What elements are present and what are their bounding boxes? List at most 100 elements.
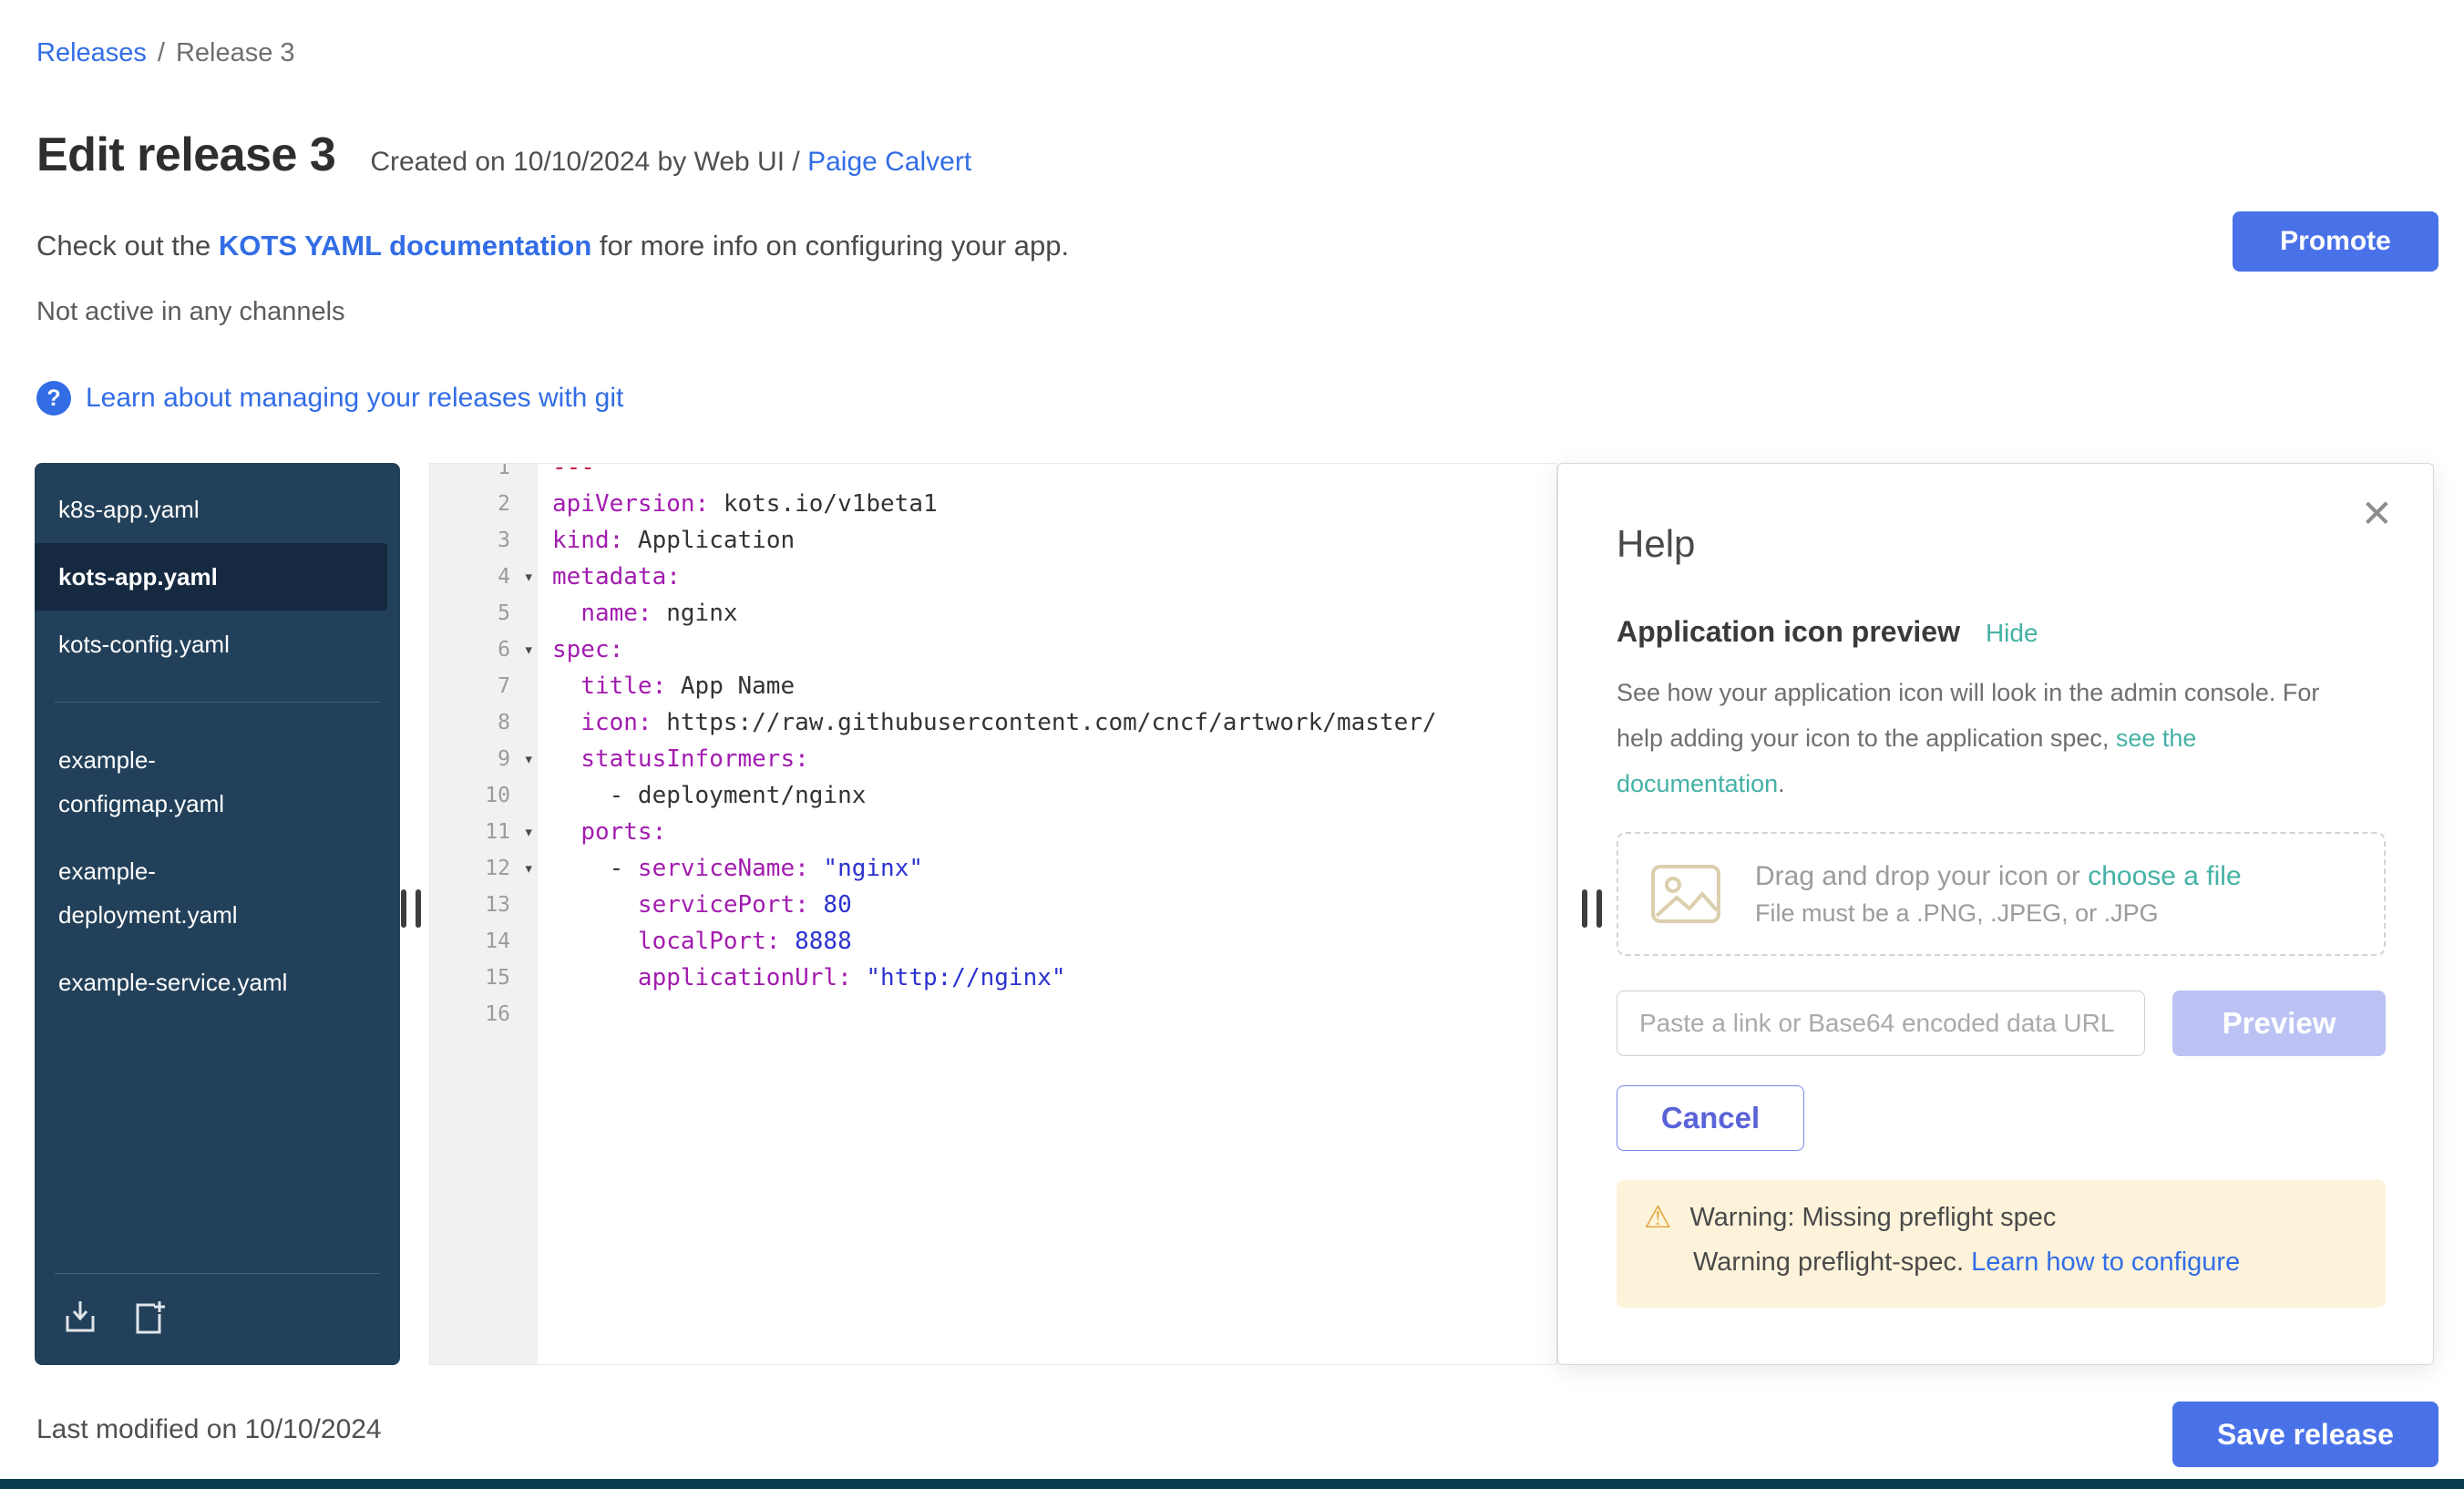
breadcrumb-current: Release 3 <box>176 38 295 67</box>
icon-dropzone[interactable]: Drag and drop your icon or choose a file… <box>1617 832 2386 956</box>
line-number: 10 <box>430 777 538 814</box>
code-text: - deployment/nginx <box>538 777 866 814</box>
hide-link[interactable]: Hide <box>1986 619 2038 648</box>
dropzone-line1: Drag and drop your icon or choose a file <box>1755 861 2242 892</box>
code-line[interactable]: 6▾spec: <box>430 632 1556 668</box>
code-line[interactable]: 15 applicationUrl: "http://nginx" <box>430 960 1556 996</box>
line-number: 6▾ <box>430 632 538 668</box>
icon-preview-title: Application icon preview <box>1617 615 1960 649</box>
save-release-button[interactable]: Save release <box>2172 1402 2438 1467</box>
code-text: ports: <box>538 814 666 850</box>
code-line[interactable]: 2apiVersion: kots.io/v1beta1 <box>430 486 1556 522</box>
git-help-row: ? Learn about managing your releases wit… <box>36 381 623 416</box>
close-icon[interactable]: ✕ <box>2361 495 2393 533</box>
code-text <box>538 996 552 1032</box>
fold-arrow-icon[interactable]: ▾ <box>524 741 534 777</box>
fold-arrow-icon[interactable]: ▾ <box>524 850 534 887</box>
dropzone-line1-text: Drag and drop your icon or <box>1755 861 2088 891</box>
line-number: 5 <box>430 595 538 632</box>
image-placeholder-icon <box>1649 863 1722 925</box>
code-line[interactable]: 9▾ statusInformers: <box>430 741 1556 777</box>
code-line[interactable]: 7 title: App Name <box>430 668 1556 704</box>
code-line[interactable]: 12▾ - serviceName: "nginx" <box>430 850 1556 887</box>
code-line[interactable]: 14 localPort: 8888 <box>430 923 1556 960</box>
line-number: 9▾ <box>430 741 538 777</box>
code-line[interactable]: 16 <box>430 996 1556 1032</box>
fold-arrow-icon[interactable]: ▾ <box>524 559 534 595</box>
sidebar-item-example-configmap.yaml[interactable]: example-configmap.yaml <box>35 726 400 837</box>
cancel-button[interactable]: Cancel <box>1617 1085 1804 1151</box>
code-lines: 1---2apiVersion: kots.io/v1beta13kind: A… <box>430 463 1556 1032</box>
channel-status: Not active in any channels <box>36 297 345 327</box>
line-number: 14 <box>430 923 538 960</box>
line-number: 11▾ <box>430 814 538 850</box>
fold-arrow-icon[interactable]: ▾ <box>524 814 534 850</box>
sidebar-item-example-service.yaml[interactable]: example-service.yaml <box>35 949 400 1016</box>
breadcrumb-releases-link[interactable]: Releases <box>36 38 147 67</box>
breadcrumb-separator: / <box>158 38 165 67</box>
fold-arrow-icon[interactable]: ▾ <box>524 632 534 668</box>
code-text: statusInformers: <box>538 741 809 777</box>
docs-line: Check out the KOTS YAML documentation fo… <box>36 230 1069 262</box>
code-line[interactable]: 1--- <box>430 463 1556 486</box>
warning-triangle-icon: ⚠ <box>1644 1202 1671 1233</box>
sidebar-item-kots-app.yaml[interactable]: kots-app.yaml <box>35 543 387 611</box>
workspace: k8s-app.yamlkots-app.yamlkots-config.yam… <box>35 463 2434 1365</box>
warning-row-1: ⚠ Warning: Missing preflight spec <box>1644 1202 2358 1233</box>
created-author-link[interactable]: Paige Calvert <box>807 147 971 177</box>
sidebar-footer <box>55 1273 380 1365</box>
import-file-icon[interactable] <box>60 1298 100 1338</box>
preview-button[interactable]: Preview <box>2172 991 2386 1056</box>
promote-button[interactable]: Promote <box>2233 211 2438 272</box>
sidebar-resize-handle[interactable] <box>401 889 421 928</box>
code-text: title: App Name <box>538 668 795 704</box>
code-text: - serviceName: "nginx" <box>538 850 923 887</box>
git-help-link[interactable]: Learn about managing your releases with … <box>86 383 623 414</box>
icon-preview-section-header: Application icon preview Hide <box>1617 615 2038 649</box>
title-row: Edit release 3 Created on 10/10/2024 by … <box>36 128 971 182</box>
sidebar-divider <box>55 702 380 703</box>
help-panel: ✕ Help Application icon preview Hide See… <box>1557 463 2434 1365</box>
code-text: --- <box>538 463 595 486</box>
line-number: 16 <box>430 996 538 1032</box>
created-info: Created on 10/10/2024 by Web UI / Paige … <box>370 147 971 178</box>
description-suffix: . <box>1778 770 1785 797</box>
icon-url-row: Preview <box>1617 991 2386 1056</box>
question-mark-icon[interactable]: ? <box>36 381 71 416</box>
line-number: 2 <box>430 486 538 522</box>
dropzone-line2: File must be a .PNG, .JPEG, or .JPG <box>1755 899 2242 928</box>
code-text: metadata: <box>538 559 681 595</box>
code-line[interactable]: 11▾ ports: <box>430 814 1556 850</box>
sidebar-item-kots-config.yaml[interactable]: kots-config.yaml <box>35 611 400 678</box>
code-line[interactable]: 10 - deployment/nginx <box>430 777 1556 814</box>
bottom-edge-bar <box>0 1479 2464 1489</box>
line-number: 8 <box>430 704 538 741</box>
file-sidebar: k8s-app.yamlkots-app.yamlkots-config.yam… <box>35 463 400 1365</box>
code-line[interactable]: 13 servicePort: 80 <box>430 887 1556 923</box>
code-line[interactable]: 4▾metadata: <box>430 559 1556 595</box>
code-text: localPort: 8888 <box>538 923 852 960</box>
learn-how-to-configure-link[interactable]: Learn how to configure <box>1971 1248 2240 1277</box>
sidebar-item-k8s-app.yaml[interactable]: k8s-app.yaml <box>35 476 400 543</box>
kots-yaml-docs-link[interactable]: KOTS YAML documentation <box>219 230 591 262</box>
warning-box: ⚠ Warning: Missing preflight spec Warnin… <box>1617 1180 2386 1308</box>
warning-title: Warning: Missing preflight spec <box>1689 1203 2056 1233</box>
choose-file-link[interactable]: choose a file <box>2088 861 2241 891</box>
file-list: k8s-app.yamlkots-app.yamlkots-config.yam… <box>35 476 400 1016</box>
code-line[interactable]: 8 icon: https://raw.githubusercontent.co… <box>430 704 1556 741</box>
sidebar-item-example-deployment.yaml[interactable]: example-deployment.yaml <box>35 837 400 949</box>
code-line[interactable]: 3kind: Application <box>430 522 1556 559</box>
code-line[interactable]: 5 name: nginx <box>430 595 1556 632</box>
line-number: 13 <box>430 887 538 923</box>
line-number: 12▾ <box>430 850 538 887</box>
icon-url-input[interactable] <box>1617 991 2145 1056</box>
last-modified-text: Last modified on 10/10/2024 <box>36 1414 382 1445</box>
new-file-icon[interactable] <box>129 1298 169 1338</box>
help-panel-resize-handle[interactable] <box>1582 889 1602 928</box>
breadcrumb: Releases / Release 3 <box>36 38 295 68</box>
dropzone-text: Drag and drop your icon or choose a file… <box>1755 861 2242 928</box>
line-number: 15 <box>430 960 538 996</box>
yaml-editor[interactable]: 1---2apiVersion: kots.io/v1beta13kind: A… <box>429 463 1557 1365</box>
icon-preview-description: See how your application icon will look … <box>1617 670 2336 806</box>
created-text: Created on 10/10/2024 by Web UI / <box>370 147 807 177</box>
